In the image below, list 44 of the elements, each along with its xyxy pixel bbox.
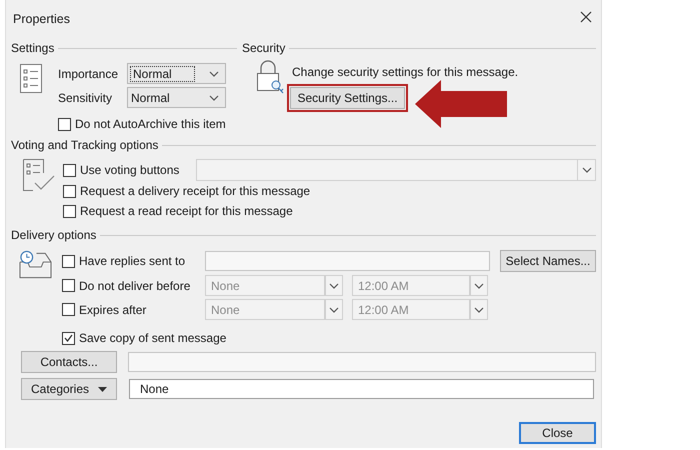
dropdown[interactable]: Normal	[127, 63, 226, 84]
categories-field: None	[129, 379, 594, 399]
section-heading: Voting and Tracking options	[11, 137, 158, 154]
checkbox-label[interactable]: Request a delivery receipt for this message	[80, 182, 310, 200]
contacts-button[interactable]: Contacts...	[21, 351, 117, 373]
window-title: Properties	[12, 11, 71, 28]
checkbox-label[interactable]: Use voting buttons	[80, 161, 180, 179]
close-icon[interactable]	[579, 10, 593, 24]
field-label: Sensitivity	[58, 90, 114, 106]
list-icon	[20, 64, 42, 93]
section-heading: Security	[242, 40, 286, 57]
categories-button[interactable]: Categories	[21, 378, 117, 400]
checkbox[interactable]	[62, 254, 75, 268]
select-names-button[interactable]: Select Names...	[500, 250, 596, 272]
chevron-icon	[329, 282, 339, 288]
chevron-icon	[209, 70, 219, 76]
checkbox[interactable]	[63, 184, 76, 198]
section-heading: Settings	[11, 40, 54, 57]
checkbox[interactable]	[62, 332, 75, 344]
checkbox[interactable]	[58, 118, 71, 130]
chevron-icon	[474, 282, 484, 288]
checkbox-label[interactable]: Request a read receipt for this message	[80, 202, 293, 220]
dropdown[interactable]: Normal	[127, 87, 226, 108]
caret-icon	[98, 386, 108, 392]
security-settings-button[interactable]: Security Settings...	[290, 87, 405, 109]
check-icon	[64, 334, 73, 342]
chevron-icon	[209, 94, 219, 100]
close-button[interactable]: Close	[519, 422, 596, 444]
description-text: Change security settings for this message.	[292, 64, 518, 81]
field-label: Importance	[58, 66, 120, 82]
chevron-icon	[582, 167, 592, 173]
checklist-icon	[23, 159, 55, 191]
checkbox-label[interactable]: Do not AutoArchive this item	[75, 115, 226, 133]
checkbox[interactable]	[63, 164, 76, 176]
input-field[interactable]	[128, 352, 596, 372]
section-heading: Delivery options	[11, 227, 96, 244]
inbox-clock-icon	[19, 250, 52, 279]
lock-key-icon	[255, 58, 285, 96]
checkbox[interactable]	[63, 204, 76, 218]
checkbox-label[interactable]: Have replies sent to	[79, 252, 186, 270]
chevron-icon	[474, 306, 484, 312]
chevron-icon	[329, 306, 339, 312]
input-field[interactable]	[205, 251, 490, 271]
checkbox-label[interactable]: Save copy of sent message	[79, 329, 226, 347]
